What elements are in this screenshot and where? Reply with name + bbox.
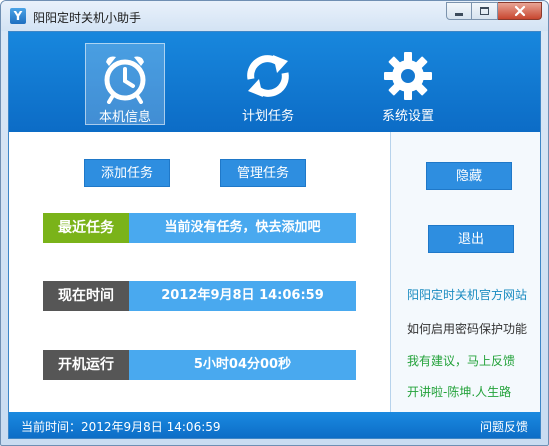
status-bar: 当前时间：2012年9月8日 14:06:59 问题反馈 — [9, 412, 540, 438]
tab-machine-info[interactable]: 本机信息 — [85, 43, 165, 125]
hide-button[interactable]: 隐藏 — [426, 162, 512, 190]
alarm-clock-icon — [104, 56, 146, 104]
uptime-label: 开机运行 — [43, 350, 129, 380]
refresh-arrows-icon — [247, 55, 289, 97]
window-title: 阳阳定时关机小助手 — [33, 11, 142, 25]
minimize-button[interactable] — [446, 2, 472, 20]
close-button[interactable] — [498, 2, 542, 20]
promo-link[interactable]: 开讲啦-陈坤.人生路 — [407, 383, 511, 400]
current-time-value: 2012年9月8日 14:06:59 — [129, 281, 356, 311]
current-time-label: 现在时间 — [43, 281, 129, 311]
app-window: Y 阳阳定时关机小助手 本机信息 计划任务 系统设置 添加任务 管理任务 最近任… — [0, 0, 549, 446]
exit-button[interactable]: 退出 — [428, 225, 514, 253]
app-logo-icon: Y — [10, 8, 26, 24]
manage-task-button[interactable]: 管理任务 — [220, 159, 306, 187]
status-current-time: 当前时间：2012年9月8日 14:06:59 — [21, 420, 221, 434]
tab-scheduled-tasks[interactable]: 计划任务 — [228, 43, 308, 125]
problem-feedback-link[interactable]: 问题反馈 — [480, 418, 528, 435]
tab-system-settings-label: 系统设置 — [381, 109, 434, 124]
recent-task-label: 最近任务 — [43, 213, 129, 243]
main-toolbar: 本机信息 计划任务 系统设置 — [9, 32, 540, 132]
feedback-suggestion-link[interactable]: 我有建议，马上反馈 — [407, 352, 515, 369]
side-panel: 隐藏 退出 阳阳定时关机官方网站 如何启用密码保护功能 我有建议，马上反馈 开讲… — [390, 132, 540, 412]
tab-system-settings[interactable]: 系统设置 — [368, 43, 448, 125]
official-site-link[interactable]: 阳阳定时关机官方网站 — [407, 286, 527, 303]
close-icon — [514, 5, 525, 17]
recent-task-value: 当前没有任务，快去添加吧 — [129, 213, 356, 243]
uptime-value: 5小时04分00秒 — [129, 350, 356, 380]
title-bar[interactable]: Y 阳阳定时关机小助手 — [1, 1, 548, 31]
gear-icon — [384, 52, 432, 100]
window-controls — [446, 2, 542, 20]
minimize-icon — [455, 12, 463, 16]
main-panel: 添加任务 管理任务 最近任务 当前没有任务，快去添加吧 现在时间 2012年9月… — [9, 132, 390, 412]
maximize-button[interactable] — [472, 2, 498, 20]
maximize-icon — [480, 7, 489, 15]
add-task-button[interactable]: 添加任务 — [84, 159, 170, 187]
tab-machine-info-label: 本机信息 — [98, 110, 151, 125]
tab-scheduled-tasks-label: 计划任务 — [241, 109, 294, 124]
client-area: 本机信息 计划任务 系统设置 添加任务 管理任务 最近任务 当前没有任务，快去添… — [8, 31, 541, 439]
password-protection-link[interactable]: 如何启用密码保护功能 — [407, 320, 527, 337]
